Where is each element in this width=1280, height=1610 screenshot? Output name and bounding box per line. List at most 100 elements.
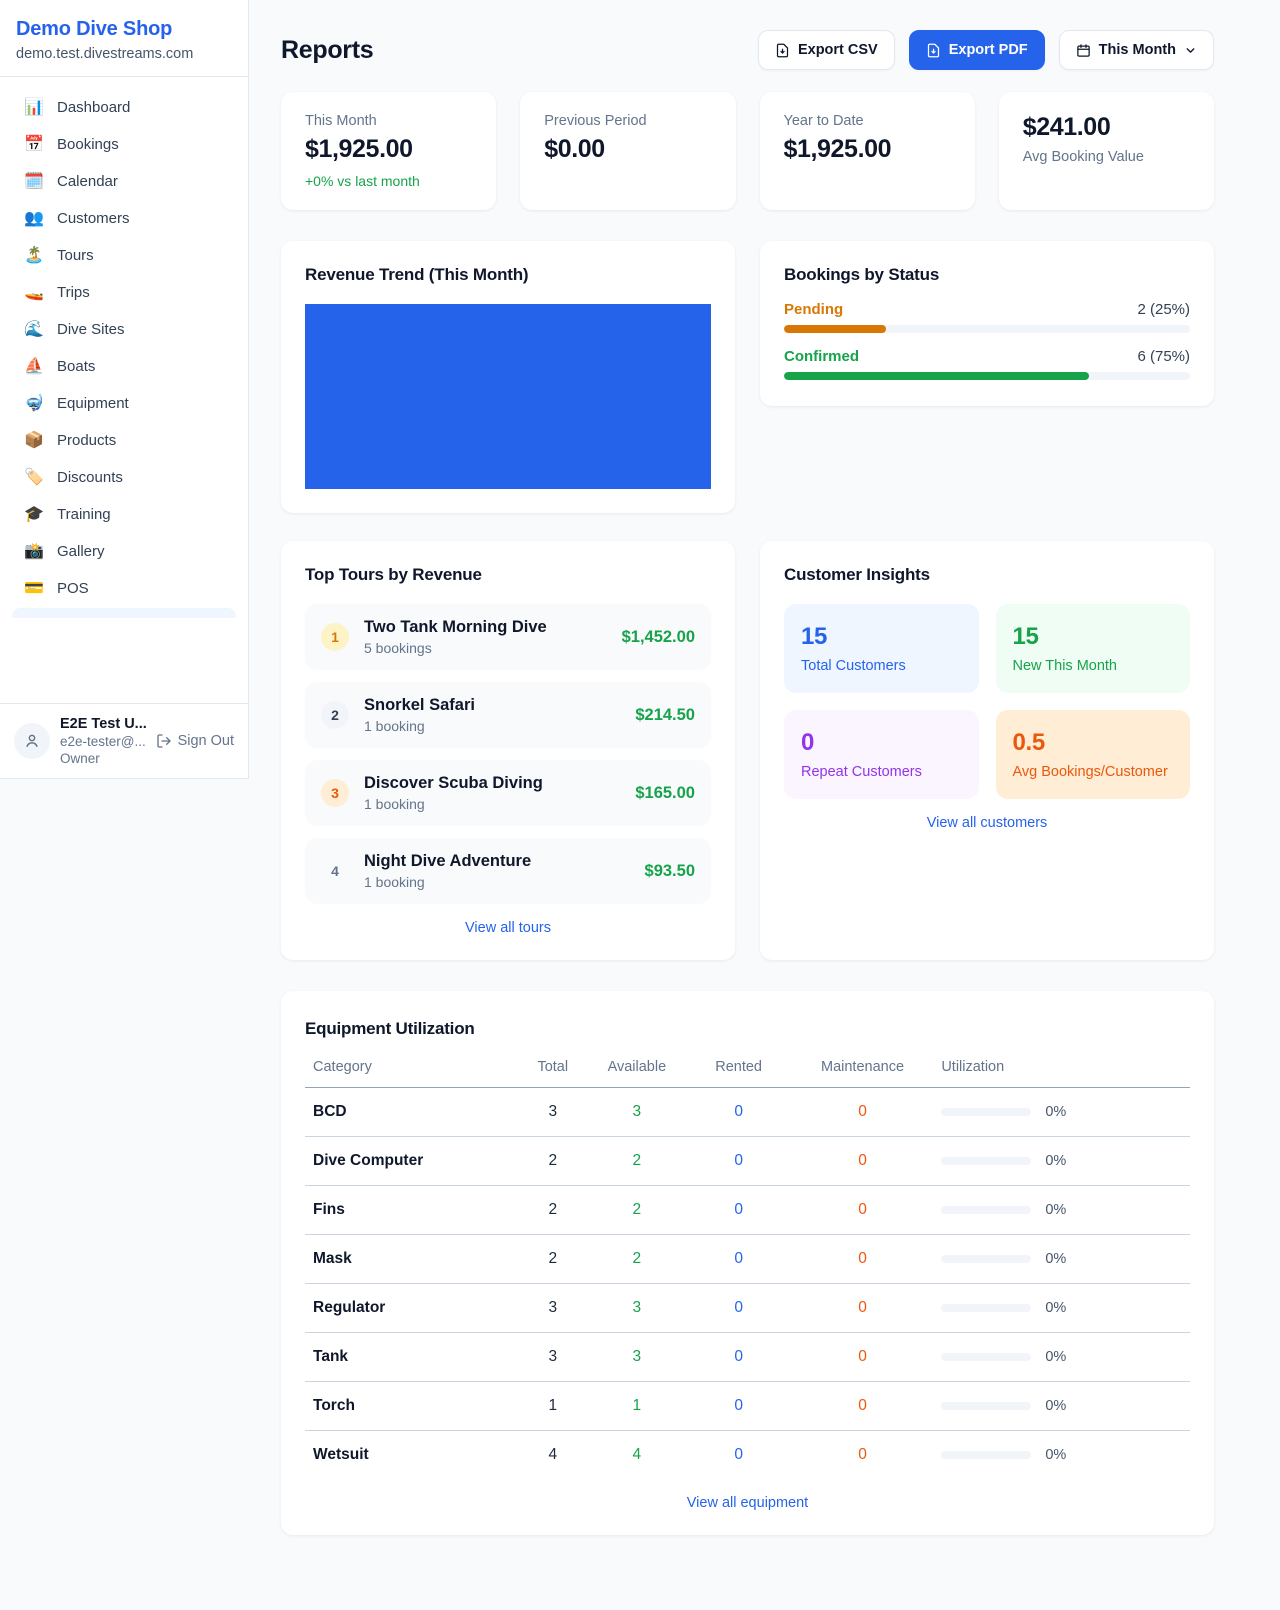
stat-label: Previous Period: [544, 113, 711, 129]
view-all-customers-link[interactable]: View all customers: [784, 815, 1190, 831]
cell-category: BCD: [305, 1088, 517, 1137]
stats-row: This Month $1,925.00 +0% vs last month P…: [281, 92, 1214, 210]
tile-total-customers: 15 Total Customers: [784, 604, 979, 693]
period-dropdown[interactable]: This Month: [1059, 30, 1214, 70]
avatar: [14, 723, 50, 759]
tour-row: 2 Snorkel Safari 1 booking $214.50: [305, 682, 711, 748]
rank-badge: 2: [321, 701, 349, 729]
stat-card-avg-booking-value: $241.00 Avg Booking Value: [999, 92, 1214, 210]
sidebar-item-products[interactable]: 📦 Products: [12, 422, 236, 459]
utilization-percent: 0%: [1045, 1447, 1066, 1463]
calendar-icon: [1076, 43, 1091, 58]
insight-tiles: 15 Total Customers 15 New This Month 0 R…: [784, 604, 1190, 799]
cell-available: 2: [588, 1137, 685, 1186]
cell-maintenance: 0: [792, 1431, 934, 1480]
cell-rented: 0: [686, 1235, 792, 1284]
cell-available: 2: [588, 1186, 685, 1235]
sidebar-item-label: Bookings: [57, 136, 119, 153]
sign-out-label: Sign Out: [178, 733, 234, 749]
sidebar-item-label: Tours: [57, 247, 94, 264]
sidebar-item-bookings[interactable]: 📅 Bookings: [12, 126, 236, 163]
sign-out-button[interactable]: Sign Out: [156, 733, 234, 749]
sidebar-item-customers[interactable]: 👥 Customers: [12, 200, 236, 237]
sidebar-header: Demo Dive Shop demo.test.divestreams.com: [0, 0, 248, 77]
export-csv-button[interactable]: Export CSV: [758, 30, 895, 70]
cell-maintenance: 0: [792, 1333, 934, 1382]
sidebar-item-label: Discounts: [57, 469, 123, 486]
user-email: e2e-tester@...: [60, 734, 146, 749]
table-row: Fins 2 2 0 0 0%: [305, 1186, 1190, 1235]
tile-new-this-month: 15 New This Month: [996, 604, 1191, 693]
utilization-bar: [941, 1157, 1031, 1165]
rank-badge: 3: [321, 779, 349, 807]
user-role: Owner: [60, 751, 146, 766]
file-download-icon: [775, 43, 790, 58]
sidebar-item-label: Customers: [57, 210, 130, 227]
stat-value: $1,925.00: [784, 135, 951, 164]
status-bar-track: [784, 325, 1190, 333]
sidebar-user-footer: E2E Test U... e2e-tester@... Owner Sign …: [0, 703, 248, 778]
cell-category: Mask: [305, 1235, 517, 1284]
tile-label: Total Customers: [801, 658, 962, 674]
cell-total: 3: [517, 1284, 588, 1333]
sidebar-item-dashboard[interactable]: 📊 Dashboard: [12, 89, 236, 126]
tour-name: Two Tank Morning Dive: [364, 618, 607, 637]
equipment-utilization-card: Equipment Utilization Category Total Ava…: [281, 991, 1214, 1535]
sidebar-item-label: Gallery: [57, 543, 105, 560]
sidebar-item-calendar[interactable]: 🗓️ Calendar: [12, 163, 236, 200]
tour-bookings: 1 booking: [364, 874, 630, 890]
cell-rented: 0: [686, 1431, 792, 1480]
bookings-calendar-icon: 📅: [24, 137, 44, 153]
view-all-tours-link[interactable]: View all tours: [305, 920, 711, 936]
package-icon: 📦: [24, 433, 44, 449]
sidebar-item-label: Equipment: [57, 395, 129, 412]
cell-maintenance: 0: [792, 1284, 934, 1333]
credit-card-icon: 💳: [24, 581, 44, 597]
sidebar-item-equipment[interactable]: 🤿 Equipment: [12, 385, 236, 422]
customers-icon: 👥: [24, 211, 44, 227]
sidebar-item-tours[interactable]: 🏝️ Tours: [12, 237, 236, 274]
cell-maintenance: 0: [792, 1235, 934, 1284]
dashboard-icon: 📊: [24, 100, 44, 116]
sidebar-item-trips[interactable]: 🚤 Trips: [12, 274, 236, 311]
view-all-equipment-link[interactable]: View all equipment: [305, 1495, 1190, 1511]
status-bar-track: [784, 372, 1190, 380]
tile-repeat-customers: 0 Repeat Customers: [784, 710, 979, 799]
sidebar-item-training[interactable]: 🎓 Training: [12, 496, 236, 533]
cell-available: 3: [588, 1088, 685, 1137]
sidebar-item-boats[interactable]: ⛵ Boats: [12, 348, 236, 385]
equipment-utilization-title: Equipment Utilization: [305, 1019, 1190, 1039]
cell-available: 3: [588, 1284, 685, 1333]
sidebar-item-label: Calendar: [57, 173, 118, 190]
rank-badge: 1: [321, 623, 349, 651]
utilization-bar: [941, 1402, 1031, 1410]
charts-row: Revenue Trend (This Month) Bookings by S…: [281, 241, 1214, 513]
sidebar-item-dive-sites[interactable]: 🌊 Dive Sites: [12, 311, 236, 348]
customer-insights-card: Customer Insights 15 Total Customers 15 …: [760, 541, 1214, 960]
sidebar-item-partial-highlight[interactable]: [12, 608, 236, 618]
cell-category: Fins: [305, 1186, 517, 1235]
page-header: Reports Export CSV Export PDF This Month: [281, 30, 1214, 70]
trips-boat-icon: 🚤: [24, 285, 44, 301]
sidebar-item-gallery[interactable]: 📸 Gallery: [12, 533, 236, 570]
main-content: Reports Export CSV Export PDF This Month: [249, 0, 1280, 1575]
tour-amount: $1,452.00: [622, 628, 695, 647]
cell-category: Dive Computer: [305, 1137, 517, 1186]
status-label: Pending: [784, 301, 843, 318]
status-rows: Pending 2 (25%) Confirmed 6 (75%): [784, 301, 1190, 380]
revenue-trend-card: Revenue Trend (This Month): [281, 241, 735, 513]
tile-value: 15: [1013, 623, 1174, 651]
stat-card-year-to-date: Year to Date $1,925.00: [760, 92, 975, 210]
user-info: E2E Test U... e2e-tester@... Owner: [60, 716, 146, 766]
utilization-percent: 0%: [1045, 1398, 1066, 1414]
col-maintenance: Maintenance: [792, 1047, 934, 1088]
utilization-percent: 0%: [1045, 1104, 1066, 1120]
export-pdf-button[interactable]: Export PDF: [909, 30, 1045, 70]
tour-amount: $165.00: [635, 784, 695, 803]
cell-total: 1: [517, 1382, 588, 1431]
tour-name: Snorkel Safari: [364, 696, 620, 715]
sidebar-item-pos[interactable]: 💳 POS: [12, 570, 236, 607]
sidebar-item-discounts[interactable]: 🏷️ Discounts: [12, 459, 236, 496]
tour-name: Discover Scuba Diving: [364, 774, 620, 793]
status-bar-fill: [784, 325, 886, 333]
